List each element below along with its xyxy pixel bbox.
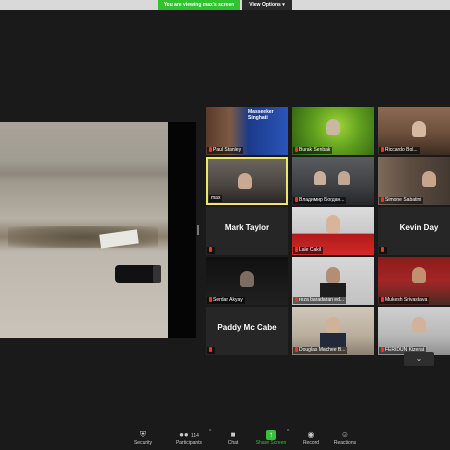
gallery-grid: Masseeker Singhati Paul Stanley Burak Se… (206, 107, 450, 355)
people-icon: ●● 114 (179, 430, 199, 439)
participant-name: Serdar Akyay (207, 297, 245, 304)
participant-tile[interactable]: Burak Senbak (292, 107, 374, 155)
participant-tile[interactable]: Kevin Day (378, 207, 450, 255)
share-arrow-icon: ↑ (266, 430, 276, 440)
participant-tile[interactable]: Lale Cakil (292, 207, 374, 255)
participant-body (320, 283, 346, 297)
participant-banner: Masseeker Singhati (248, 109, 274, 121)
participant-name: Simone Sabatini (379, 197, 424, 204)
participant-tile[interactable]: Simone Sabatini (378, 157, 450, 205)
participant-tile[interactable]: Mark Taylor (206, 207, 288, 255)
participant-name: Владимир Богдан... (293, 197, 347, 204)
participant-face (326, 119, 340, 135)
record-icon: ◉ (307, 430, 315, 439)
participant-status (207, 347, 215, 354)
shield-icon: ⛨ (140, 430, 146, 439)
split-divider-handle[interactable] (197, 225, 199, 235)
participants-caret-icon[interactable]: ^ (209, 429, 211, 435)
participant-name: Riccardo Bol... (379, 147, 420, 154)
participant-name: Paul Stanley (207, 147, 244, 154)
participant-tile-active-speaker[interactable]: max (206, 157, 288, 205)
share-caret-icon[interactable]: ^ (287, 429, 289, 435)
participant-face (326, 215, 340, 233)
participant-tile[interactable]: Masseeker Singhati Paul Stanley (206, 107, 288, 155)
participant-name-placeholder: Paddy Mc Cabe (217, 323, 277, 332)
smiley-plus-icon: ☺ (340, 430, 350, 439)
participant-face (238, 173, 252, 189)
participant-face (412, 267, 426, 283)
participant-tile[interactable]: Douglas Machee B... (292, 307, 374, 355)
participant-face (412, 121, 426, 137)
muted-mic-icon (209, 147, 212, 153)
participants-count: 114 (190, 433, 199, 439)
participant-status (379, 247, 387, 254)
participant-tile[interactable]: FERIDUN Kizerat (378, 307, 450, 355)
shared-screen (0, 122, 196, 338)
muted-mic-icon (209, 347, 212, 353)
top-bar: You are viewing max's screen View Option… (0, 0, 450, 10)
muted-mic-icon (295, 197, 298, 203)
muted-mic-icon (381, 247, 384, 253)
participant-name-placeholder: Kevin Day (399, 223, 439, 232)
participants-button[interactable]: ●● 114 Participants (172, 422, 206, 450)
view-options-button[interactable]: View Options ▾ (242, 0, 292, 10)
muted-mic-icon (209, 297, 212, 303)
participant-face (326, 317, 340, 333)
record-button[interactable]: ◉ Record (300, 422, 322, 450)
muted-mic-icon (295, 147, 298, 153)
meeting-toolbar: ⛨ Security ●● 114 Participants ^ ■ Chat … (0, 422, 450, 450)
gallery-scroll-down-button[interactable]: ⌄ (404, 352, 434, 366)
reactions-button[interactable]: ☺ Reactions (332, 422, 358, 450)
participant-face (338, 171, 350, 185)
participant-tile[interactable]: Владимир Богдан... (292, 157, 374, 205)
participant-name: Lale Cakil (293, 247, 323, 254)
muted-mic-icon (295, 297, 298, 303)
participant-tile[interactable]: reza baradaran ed... (292, 257, 374, 305)
participant-name: reza baradaran ed... (293, 297, 347, 304)
chat-button[interactable]: ■ Chat (223, 422, 243, 450)
participant-face (314, 171, 326, 185)
participant-face (240, 271, 254, 287)
participant-name: max (209, 195, 223, 202)
participant-name: Douglas Machee B... (293, 347, 348, 354)
muted-mic-icon (381, 197, 384, 203)
share-black-bar (168, 122, 196, 338)
participant-name-placeholder: Mark Taylor (224, 223, 270, 232)
participant-tile[interactable]: Paddy Mc Cabe (206, 307, 288, 355)
viewing-screen-indicator: You are viewing max's screen (158, 0, 240, 10)
muted-mic-icon (295, 347, 298, 353)
participant-status (207, 247, 215, 254)
participant-tile[interactable]: Mukesh Srivastava (378, 257, 450, 305)
muted-mic-icon (381, 147, 384, 153)
photo-lens-ring (153, 265, 161, 283)
participant-face (412, 317, 426, 333)
muted-mic-icon (381, 297, 384, 303)
muted-mic-icon (295, 247, 298, 253)
security-button[interactable]: ⛨ Security (130, 422, 156, 450)
participant-name: Mukesh Srivastava (379, 297, 430, 304)
muted-mic-icon (209, 247, 212, 253)
participant-tile[interactable]: Serdar Akyay (206, 257, 288, 305)
share-screen-button[interactable]: ↑ Share Screen (254, 422, 288, 450)
participant-face (326, 267, 340, 283)
participant-name: Burak Senbak (293, 147, 333, 154)
muted-mic-icon (381, 347, 384, 353)
participant-tile[interactable]: Riccardo Bol... (378, 107, 450, 155)
participant-body (320, 333, 346, 347)
participant-face (422, 171, 436, 187)
chat-bubble-icon: ■ (230, 430, 236, 439)
